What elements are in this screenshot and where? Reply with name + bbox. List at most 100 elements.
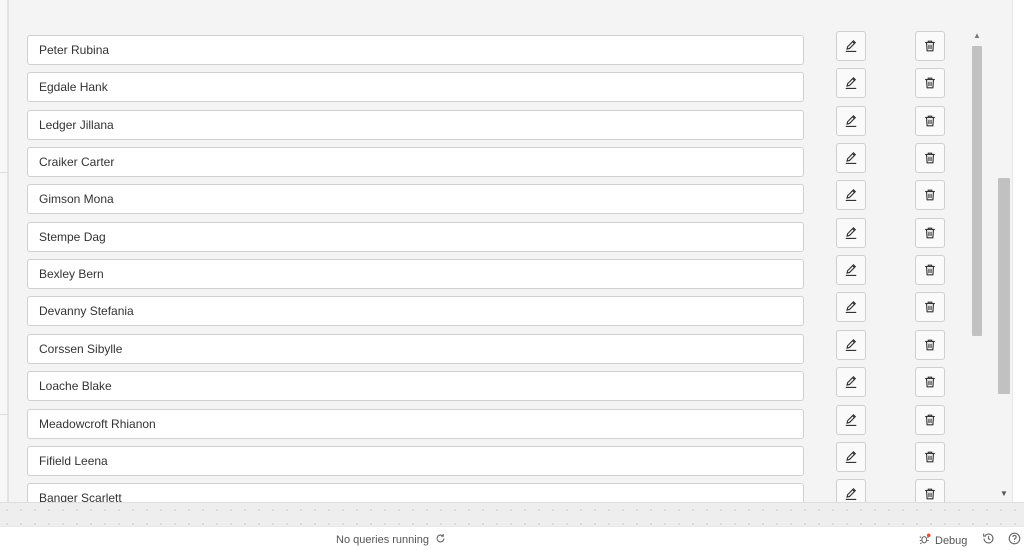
name-field[interactable]: Peter Rubina — [27, 35, 804, 65]
delete-button[interactable] — [915, 479, 945, 502]
edit-button[interactable] — [836, 105, 866, 136]
edit-button[interactable] — [836, 329, 866, 360]
name-field[interactable]: Fifield Leena — [27, 445, 804, 476]
page-scrollbar[interactable]: ▼ — [997, 0, 1012, 502]
list-scrollbar[interactable]: ▲ — [971, 32, 983, 502]
list-item: Banger Scarlett — [9, 479, 969, 502]
pencil-icon — [844, 338, 858, 352]
list-item: Devanny Stefania — [9, 292, 969, 327]
trash-icon — [923, 151, 937, 165]
pencil-icon — [844, 188, 858, 202]
edit-button[interactable] — [836, 217, 866, 248]
pencil-icon — [844, 413, 858, 427]
pencil-icon — [844, 39, 858, 53]
delete-button[interactable] — [915, 292, 945, 323]
list-item: Fifield Leena — [9, 441, 969, 476]
trash-icon — [923, 226, 937, 240]
trash-icon — [923, 338, 937, 352]
list-item: Peter Rubina — [9, 31, 969, 65]
query-status-text: No queries running — [336, 534, 429, 546]
list-item: Craiker Carter — [9, 143, 969, 178]
status-bar: No queries running Debug — [0, 526, 1024, 550]
right-panel-edge — [1012, 0, 1024, 502]
delete-button[interactable] — [915, 404, 945, 435]
pencil-icon — [844, 114, 858, 128]
list-scrollbar-thumb[interactable] — [972, 46, 982, 336]
name-field[interactable]: Gimson Mona — [27, 184, 804, 215]
list-item: Stempe Dag — [9, 217, 969, 252]
trash-icon — [923, 450, 937, 464]
pencil-icon — [844, 76, 858, 90]
edit-button[interactable] — [836, 479, 866, 502]
name-field[interactable]: Craiker Carter — [27, 147, 804, 178]
edit-button[interactable] — [836, 68, 866, 99]
delete-button[interactable] — [915, 180, 945, 211]
list-item: Corssen Sibylle — [9, 329, 969, 364]
trash-icon — [923, 76, 937, 90]
bug-icon — [919, 533, 931, 548]
name-field[interactable]: Corssen Sibylle — [27, 333, 804, 364]
name-field[interactable]: Bexley Bern — [27, 259, 804, 290]
scroll-up-icon[interactable]: ▲ — [973, 32, 981, 40]
edit-button[interactable] — [836, 31, 866, 61]
query-status: No queries running — [336, 533, 446, 547]
debug-label: Debug — [935, 534, 968, 547]
pencil-icon — [844, 487, 858, 501]
edit-button[interactable] — [836, 180, 866, 211]
delete-button[interactable] — [915, 441, 945, 472]
name-field[interactable]: Banger Scarlett — [27, 483, 804, 502]
delete-button[interactable] — [915, 31, 945, 61]
list-item: Gimson Mona — [9, 180, 969, 215]
pencil-icon — [844, 375, 858, 389]
delete-button[interactable] — [915, 255, 945, 286]
divider — [0, 172, 8, 173]
edit-button[interactable] — [836, 255, 866, 286]
name-field[interactable]: Devanny Stefania — [27, 296, 804, 327]
trash-icon — [923, 114, 937, 128]
history-icon[interactable] — [982, 532, 995, 545]
edit-button[interactable] — [836, 404, 866, 435]
edit-button[interactable] — [836, 367, 866, 398]
name-field[interactable]: Loache Blake — [27, 371, 804, 402]
delete-button[interactable] — [915, 217, 945, 248]
pencil-icon — [844, 263, 858, 277]
delete-button[interactable] — [915, 105, 945, 136]
pencil-icon — [844, 226, 858, 240]
scroll-down-icon[interactable]: ▼ — [1000, 490, 1008, 498]
trash-icon — [923, 300, 937, 314]
list-item: Ledger Jillana — [9, 105, 969, 140]
list-item: Loache Blake — [9, 367, 969, 402]
pencil-icon — [844, 151, 858, 165]
canvas-top-band — [9, 0, 997, 22]
trash-icon — [923, 188, 937, 202]
list-item: Egdale Hank — [9, 68, 969, 103]
delete-button[interactable] — [915, 329, 945, 360]
debug-button[interactable]: Debug — [919, 533, 967, 548]
app-canvas: Peter Rubina Egdale Hank Ledger Jillana Cra… — [8, 0, 997, 502]
edit-button[interactable] — [836, 143, 866, 174]
delete-button[interactable] — [915, 367, 945, 398]
name-field[interactable]: Meadowcroft Rhianon — [27, 408, 804, 439]
trash-icon — [923, 39, 937, 53]
name-field[interactable]: Egdale Hank — [27, 72, 804, 103]
list-item: Meadowcroft Rhianon — [9, 404, 969, 439]
edit-button[interactable] — [836, 441, 866, 472]
trash-icon — [923, 375, 937, 389]
delete-button[interactable] — [915, 143, 945, 174]
page-scrollbar-thumb[interactable] — [998, 178, 1010, 394]
refresh-icon[interactable] — [435, 533, 446, 547]
left-panel-edge — [0, 0, 8, 502]
trash-icon — [923, 487, 937, 501]
name-field[interactable]: Ledger Jillana — [27, 109, 804, 140]
trash-icon — [923, 413, 937, 427]
list-item: Bexley Bern — [9, 255, 969, 290]
edit-button[interactable] — [836, 292, 866, 323]
canvas-grid-background — [0, 502, 1024, 526]
name-field[interactable]: Stempe Dag — [27, 221, 804, 252]
trash-icon — [923, 263, 937, 277]
divider — [0, 414, 8, 415]
help-icon[interactable] — [1008, 532, 1021, 545]
pencil-icon — [844, 450, 858, 464]
pencil-icon — [844, 300, 858, 314]
delete-button[interactable] — [915, 68, 945, 99]
